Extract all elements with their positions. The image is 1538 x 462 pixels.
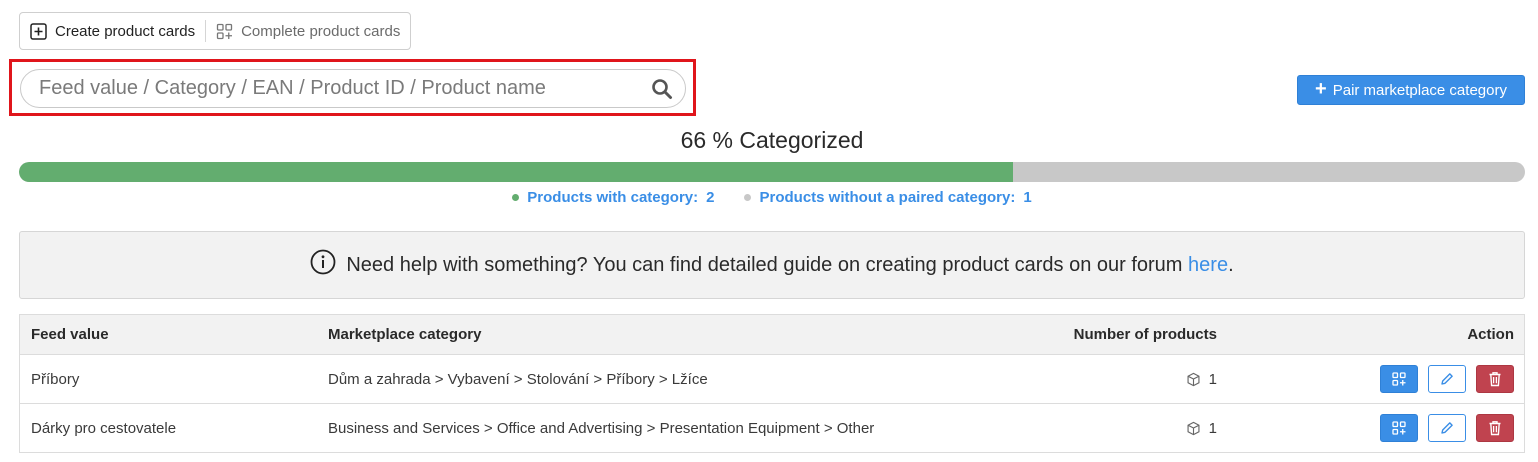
pencil-icon [1441,422,1453,434]
box-icon [1186,372,1201,387]
forum-link[interactable]: here [1188,254,1228,276]
number-of-products-cell: 1 [957,371,1217,388]
feed-value-cell: Dárky pro cestovatele [31,419,177,437]
grid-add-icon [216,23,233,40]
search-input[interactable] [39,77,651,100]
edit-button[interactable] [1428,414,1466,442]
with-category-count: 2 [706,189,715,206]
search-box [20,69,686,108]
header-number-of-products[interactable]: Number of products [957,326,1217,343]
edit-button[interactable] [1428,365,1466,393]
legend-with-category: Products with category: 2 [512,189,714,206]
plus-icon: + [1315,78,1327,100]
with-category-label: Products with category: [527,189,699,206]
legend-without-category: Products without a paired category: 1 [744,189,1032,206]
help-text-body: Need help with something? You can find d… [346,253,1183,276]
info-circle-icon [310,249,336,281]
marketplace-category-cell: Dům a zahrada > Vybavení > Stolování > P… [328,370,708,388]
trash-icon [1489,372,1501,387]
marketplace-category-cell: Business and Services > Office and Adver… [328,419,875,437]
grid-add-icon [1392,372,1406,386]
without-category-count: 1 [1023,189,1032,206]
header-action: Action [1467,326,1514,343]
search-icon[interactable] [651,78,673,100]
create-product-cards-label: Create product cards [55,22,196,40]
table-header: Feed value Marketplace category Number o… [20,315,1524,355]
table-row: Příbory Dům a zahrada > Vybavení > Stolo… [20,355,1524,404]
pencil-icon [1441,373,1453,385]
complete-card-button[interactable] [1380,414,1418,442]
pair-marketplace-category-label: Pair marketplace category [1332,81,1507,99]
gray-dot-icon [744,194,752,201]
create-product-cards-button[interactable]: Create product cards [30,23,195,40]
grid-add-icon [1392,421,1406,435]
toolbar-divider [205,20,207,42]
row-actions [1217,414,1524,442]
pair-marketplace-category-button[interactable]: + Pair marketplace category [1297,75,1525,105]
without-category-label: Products without a paired category: [759,189,1016,206]
delete-button[interactable] [1476,365,1514,393]
help-info-box: Need help with something? You can find d… [19,231,1525,299]
product-count: 1 [1208,419,1217,437]
complete-product-cards-label: Complete product cards [241,22,401,40]
card-toolbar: Create product cards Complete product ca… [19,12,412,50]
feed-value-cell: Příbory [31,370,80,388]
progress-title: 66 % Categorized [680,127,864,153]
green-dot-icon [512,194,520,201]
category-pairing-table: Feed value Marketplace category Number o… [19,314,1525,453]
plus-square-icon [30,22,47,40]
product-count: 1 [1208,370,1217,388]
header-feed-value[interactable]: Feed value [20,326,317,343]
row-actions [1217,365,1524,393]
header-marketplace-category[interactable]: Marketplace category [317,326,957,343]
table-row: Dárky pro cestovatele Business and Servi… [20,404,1524,453]
box-icon [1186,421,1201,436]
progress-fill [19,162,1013,182]
trash-icon [1489,421,1501,436]
categorized-progress-bar [19,162,1525,182]
delete-button[interactable] [1476,414,1514,442]
number-of-products-cell: 1 [957,420,1217,437]
progress-legend: Products with category: 2 Products witho… [0,189,1538,206]
help-text: Need help with something? You can find d… [346,254,1233,277]
complete-card-button[interactable] [1380,365,1418,393]
complete-product-cards-button[interactable]: Complete product cards [216,23,400,40]
help-text-suffix: . [1228,253,1234,276]
